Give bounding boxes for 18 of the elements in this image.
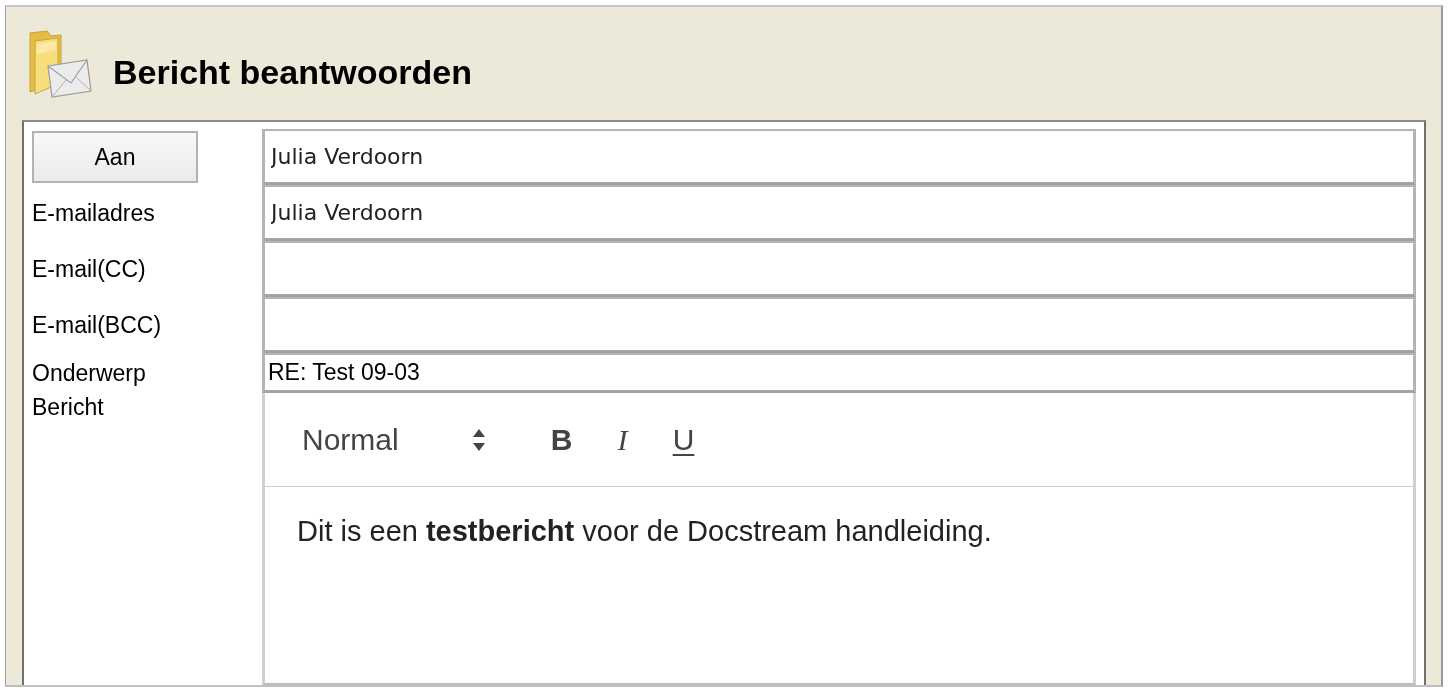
- format-dropdown[interactable]: Normal: [299, 419, 485, 460]
- underline-button[interactable]: U: [653, 419, 714, 460]
- message-editor[interactable]: Normal B I U Dit is een testbericht voor de Docstream handleiding.: [262, 393, 1416, 685]
- window-title: Bericht beantwoorden: [113, 53, 472, 92]
- field-label: Onderwerp: [32, 359, 146, 387]
- input-field[interactable]: RE: Test 09-03: [262, 353, 1416, 393]
- field-label: Bericht: [32, 394, 104, 421]
- up-down-caret-icon: [473, 428, 485, 451]
- to-button[interactable]: Aan: [32, 131, 198, 183]
- field-label: E-mail(BCC): [32, 311, 162, 339]
- field-label: E-mail(CC): [32, 255, 146, 283]
- bold-button[interactable]: B: [531, 419, 592, 460]
- input-field[interactable]: [262, 297, 1416, 353]
- italic-button[interactable]: I: [592, 419, 653, 460]
- folder-envelope-icon: [27, 29, 93, 98]
- field-label: E-mailadres: [32, 199, 155, 227]
- input-field[interactable]: [262, 241, 1416, 297]
- message-text[interactable]: Dit is een testbericht voor de Docstream handleiding.: [297, 515, 992, 548]
